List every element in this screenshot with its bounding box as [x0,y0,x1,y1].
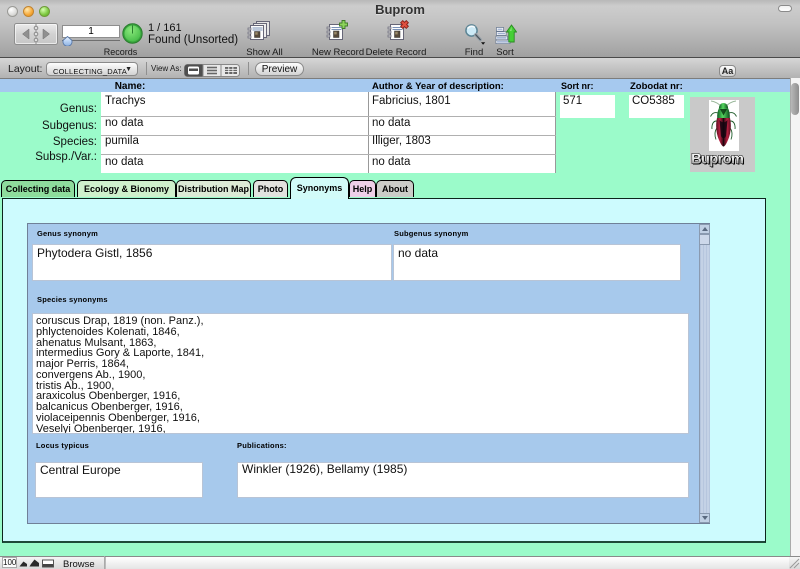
svg-text:Buprom: Buprom [691,151,744,167]
